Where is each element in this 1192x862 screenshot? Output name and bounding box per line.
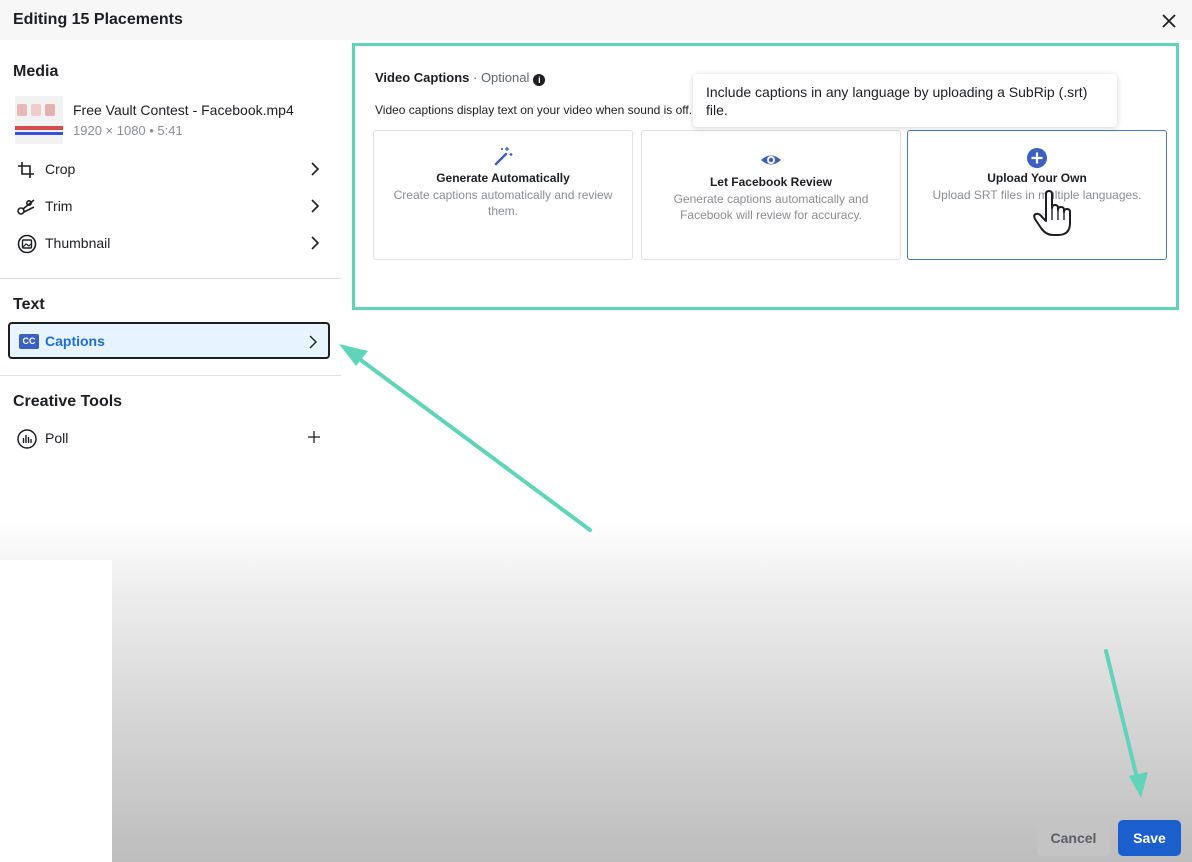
sidebar-item-label: Poll	[45, 430, 69, 446]
chevron-right-icon	[311, 236, 320, 250]
video-file-meta: 1920 × 1080 • 5:41	[73, 123, 183, 138]
magic-wand-icon	[494, 147, 513, 166]
video-captions-heading: Video Captions	[375, 70, 470, 85]
sidebar-item-label: Thumbnail	[45, 235, 111, 251]
info-icon[interactable]: i	[533, 74, 546, 86]
background-strip	[0, 560, 112, 862]
sidebar-item-poll[interactable]: Poll	[13, 424, 325, 454]
video-captions-description: Video captions display text on your vide…	[375, 103, 693, 117]
scissors-icon	[17, 199, 35, 215]
closed-captions-icon: CC	[19, 334, 39, 349]
sidebar-divider	[0, 375, 341, 376]
cancel-button[interactable]: Cancel	[1037, 820, 1110, 856]
sidebar-item-crop[interactable]: Crop	[13, 154, 325, 184]
let-facebook-review-option[interactable]: Let Facebook Review Generate captions au…	[641, 130, 901, 260]
option-description: Create captions automatically and review…	[393, 188, 613, 218]
eye-icon	[761, 155, 781, 165]
save-button[interactable]: Save	[1118, 820, 1181, 856]
media-heading: Media	[13, 63, 59, 80]
generate-automatically-option[interactable]: Generate Automatically Create captions a…	[373, 130, 633, 260]
add-icon[interactable]	[307, 430, 321, 444]
dialog-header: Editing 15 Placements	[0, 0, 1192, 40]
close-icon	[1162, 14, 1176, 28]
arrow-to-save	[1104, 649, 1148, 798]
sidebar-item-captions[interactable]: CC Captions	[8, 322, 330, 359]
sidebar-divider	[0, 278, 341, 279]
hand-cursor-icon	[1033, 190, 1071, 236]
option-description: Generate captions automatically and Face…	[673, 192, 869, 222]
sidebar-item-label: Captions	[45, 333, 105, 349]
sidebar-item-label: Crop	[45, 161, 76, 177]
option-title: Let Facebook Review	[709, 175, 833, 189]
text-heading: Text	[13, 296, 45, 313]
video-thumbnail	[15, 96, 63, 144]
option-title: Upload Your Own	[987, 171, 1087, 185]
close-button[interactable]	[1158, 10, 1180, 32]
poll-icon	[17, 429, 37, 449]
arrow-to-captions	[339, 344, 592, 532]
sidebar-item-trim[interactable]: Trim	[13, 191, 325, 221]
chevron-right-icon	[311, 199, 320, 213]
chevron-right-icon	[309, 335, 317, 349]
creative-tools-heading: Creative Tools	[13, 393, 123, 410]
sidebar-item-label: Trim	[45, 198, 73, 214]
video-file-name: Free Vault Contest - Facebook.mp4	[73, 102, 294, 118]
option-title: Generate Automatically	[436, 171, 570, 185]
video-captions-panel: Video Captions · Optional i Video caption…	[352, 43, 1179, 310]
optional-label: · Optional	[469, 70, 530, 85]
thumbnail-icon	[17, 234, 37, 254]
video-captions-title: Video Captions · Optional i	[375, 70, 546, 86]
dialog-title: Editing 15 Placements	[13, 11, 183, 28]
crop-icon	[18, 162, 34, 178]
chevron-right-icon	[311, 162, 320, 176]
upload-tooltip: Include captions in any language by uplo…	[693, 74, 1117, 127]
sidebar-item-thumbnail[interactable]: Thumbnail	[13, 228, 325, 258]
plus-circle-icon	[1027, 148, 1047, 168]
